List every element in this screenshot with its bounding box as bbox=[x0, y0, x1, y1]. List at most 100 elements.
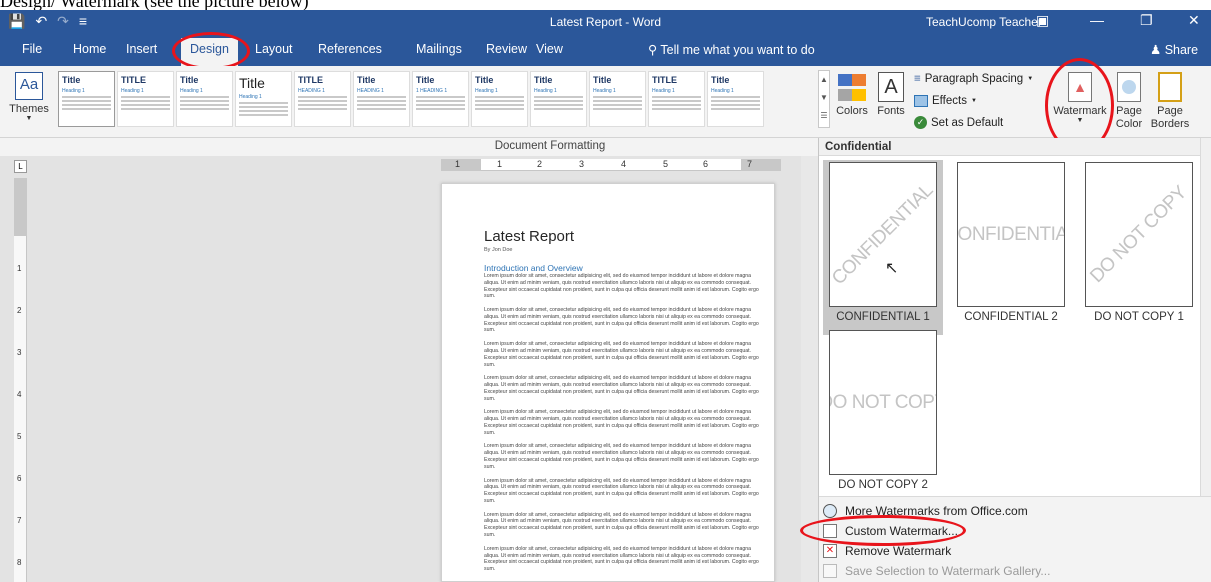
gallery-scrollbar[interactable] bbox=[1200, 138, 1211, 496]
vertical-scrollbar[interactable] bbox=[801, 156, 818, 582]
watermark-option[interactable]: CONFIDENTIAL CONFIDENTIAL 1 ↖ bbox=[823, 160, 943, 335]
body-paragraph: Lorem ipsum dolor sit amet, consectetur … bbox=[484, 511, 759, 539]
more-watermarks-item[interactable]: More Watermarks from Office.com bbox=[823, 501, 1208, 521]
user-name[interactable]: TeachUcomp Teacher bbox=[926, 15, 1042, 29]
style-set-item[interactable]: Title Heading 1 bbox=[707, 71, 764, 127]
remove-watermark-item[interactable]: ✕ Remove Watermark bbox=[823, 541, 1208, 561]
fonts-button[interactable]: A Fonts bbox=[874, 72, 908, 117]
gallery-scroll[interactable]: ▲ ▼ ☰ bbox=[818, 70, 830, 128]
ruler-number: 5 bbox=[17, 432, 22, 441]
tab-review[interactable]: Review bbox=[486, 42, 527, 56]
paragraph-spacing-button[interactable]: ≡ Paragraph Spacing ▼ bbox=[914, 73, 1033, 85]
style-set-item[interactable]: Title Heading 1 bbox=[471, 71, 528, 127]
style-set-item[interactable]: Title Heading 1 bbox=[176, 71, 233, 127]
style-set-item[interactable]: TITLE Heading 1 bbox=[648, 71, 705, 127]
close-icon[interactable]: ✕ bbox=[1188, 12, 1200, 29]
watermark-button[interactable]: ▲ Watermark ▼ bbox=[1049, 72, 1111, 124]
watermark-gallery-panel: Confidential CONFIDENTIAL CONFIDENTIAL 1 ↖… bbox=[818, 138, 1211, 582]
style-set-line bbox=[298, 100, 347, 102]
ruler-number: 4 bbox=[17, 390, 22, 399]
effects-button[interactable]: Effects ▼ bbox=[914, 95, 977, 107]
page-color-icon bbox=[1117, 72, 1141, 102]
style-set-item[interactable]: Title Heading 1 bbox=[235, 71, 292, 127]
watermark-option[interactable]: DO NOT COPY DO NOT COPY 2 bbox=[823, 328, 943, 503]
style-set-line bbox=[180, 104, 229, 106]
ribbon-display-icon[interactable]: ▣ bbox=[1036, 12, 1049, 29]
colors-button[interactable]: Colors bbox=[836, 72, 868, 117]
style-set-title: Title bbox=[357, 75, 376, 85]
style-set-line bbox=[298, 108, 347, 110]
style-set-line bbox=[62, 104, 111, 106]
tab-mailings[interactable]: Mailings bbox=[416, 42, 462, 56]
watermark-option-caption: CONFIDENTIAL 1 bbox=[836, 311, 930, 323]
tab-layout[interactable]: Layout bbox=[255, 42, 293, 56]
style-set-item[interactable]: Title 1 HEADING 1 bbox=[412, 71, 469, 127]
style-set-line bbox=[121, 104, 170, 106]
style-set-title: Title bbox=[593, 75, 612, 85]
tab-insert[interactable]: Insert bbox=[126, 42, 157, 56]
style-set-line bbox=[121, 108, 170, 110]
style-set-heading: Heading 1 bbox=[62, 88, 85, 94]
style-set-item[interactable]: TITLE Heading 1 bbox=[117, 71, 174, 127]
tab-file[interactable]: File bbox=[22, 42, 42, 56]
watermark-label: Watermark bbox=[1053, 105, 1107, 117]
tell-me-box[interactable]: ⚲ Tell me what you want to do bbox=[648, 42, 815, 57]
style-set-item[interactable]: Title Heading 1 bbox=[58, 71, 115, 127]
style-set-title: Title bbox=[711, 75, 730, 85]
style-set-line bbox=[416, 104, 465, 106]
watermark-preview: CONFIDENTIAL bbox=[829, 162, 937, 307]
style-set-item[interactable]: Title HEADING 1 bbox=[353, 71, 410, 127]
globe-icon bbox=[823, 504, 837, 518]
ruler-number: 5 bbox=[663, 159, 669, 169]
colors-label: Colors bbox=[836, 105, 868, 117]
save-to-gallery-item: Save Selection to Watermark Gallery... bbox=[823, 561, 1208, 581]
style-set-heading: HEADING 1 bbox=[298, 88, 325, 94]
watermark-icon: ▲ bbox=[1068, 72, 1092, 102]
ruler-number: 1 bbox=[17, 264, 22, 273]
chevron-down-icon: ▼ bbox=[1076, 117, 1084, 124]
restore-icon[interactable]: ❐ bbox=[1140, 12, 1153, 29]
page-color-button[interactable]: Page Color bbox=[1111, 72, 1147, 131]
style-set-item[interactable]: TITLE HEADING 1 bbox=[294, 71, 351, 127]
style-set-line bbox=[239, 102, 288, 104]
lightbulb-icon: ⚲ bbox=[648, 43, 661, 57]
custom-watermark-label: Custom Watermark... bbox=[845, 524, 958, 538]
set-as-default-button[interactable]: ✓ Set as Default bbox=[914, 116, 1003, 129]
watermark-option[interactable]: CONFIDENTIAL CONFIDENTIAL 2 bbox=[951, 160, 1071, 335]
ruler-number: 6 bbox=[703, 159, 709, 169]
style-set-line bbox=[357, 96, 406, 98]
body-paragraph: Lorem ipsum dolor sit amet, consectetur … bbox=[484, 443, 759, 470]
watermark-preview-text: CONFIDENTIAL bbox=[829, 179, 937, 289]
style-set-item[interactable]: Title Heading 1 bbox=[530, 71, 587, 127]
tab-home[interactable]: Home bbox=[73, 42, 106, 56]
custom-watermark-item[interactable]: Custom Watermark... bbox=[823, 521, 1208, 541]
page-borders-icon bbox=[1158, 72, 1182, 102]
minimize-icon[interactable]: — bbox=[1090, 12, 1104, 28]
page-borders-button[interactable]: Page Borders bbox=[1148, 72, 1192, 131]
ruler-number: 2 bbox=[17, 306, 22, 315]
tab-view[interactable]: View bbox=[536, 42, 563, 56]
tab-design[interactable]: Design bbox=[181, 38, 238, 66]
document-page[interactable]: Latest Report By Jon Doe Introduction an… bbox=[441, 183, 775, 582]
effects-label: Effects bbox=[932, 95, 967, 107]
style-set-line bbox=[711, 104, 760, 106]
style-set-line bbox=[593, 96, 642, 98]
style-set-line bbox=[121, 96, 170, 98]
remove-icon: ✕ bbox=[823, 544, 837, 558]
fonts-label: Fonts bbox=[877, 105, 905, 117]
themes-button[interactable]: Aa Themes ▼ bbox=[6, 72, 52, 122]
tab-selector[interactable]: L bbox=[14, 160, 27, 173]
style-set-line bbox=[652, 96, 701, 98]
save-to-gallery-label: Save Selection to Watermark Gallery... bbox=[845, 564, 1051, 578]
style-set-line bbox=[475, 104, 524, 106]
style-set-heading: Heading 1 bbox=[593, 88, 616, 94]
style-set-line bbox=[652, 104, 701, 106]
more-watermarks-label: More Watermarks from Office.com bbox=[845, 504, 1028, 518]
watermark-option[interactable]: DO NOT COPY DO NOT COPY 1 bbox=[1079, 160, 1199, 335]
share-button[interactable]: ♟ Share bbox=[1150, 42, 1198, 57]
style-set-item[interactable]: Title Heading 1 bbox=[589, 71, 646, 127]
style-set-heading: Heading 1 bbox=[652, 88, 675, 94]
save-gallery-icon bbox=[823, 564, 837, 578]
tab-references[interactable]: References bbox=[318, 42, 382, 56]
ruler-number: 6 bbox=[17, 474, 22, 483]
